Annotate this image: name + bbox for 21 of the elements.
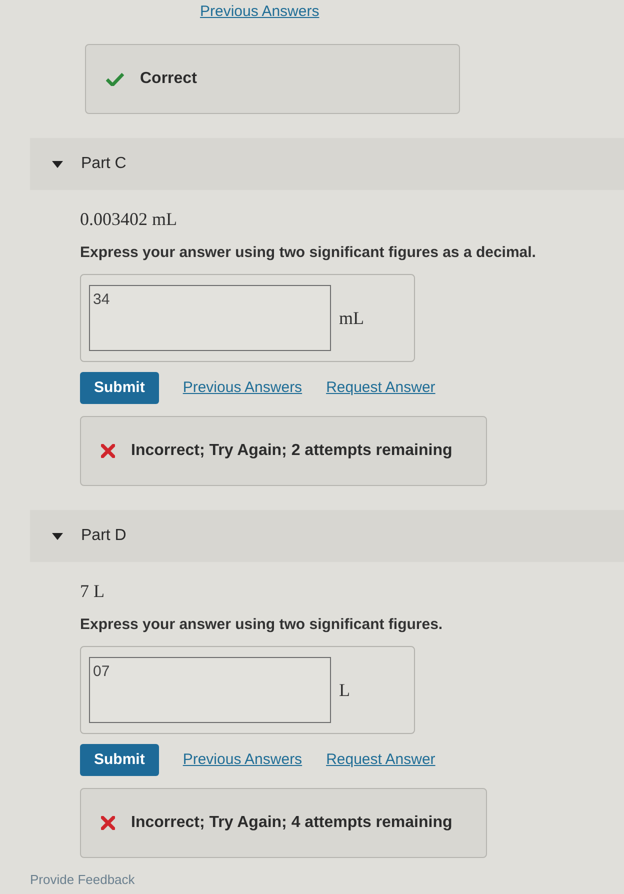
feedback-message: Incorrect; Try Again; 4 attempts remaining	[131, 813, 452, 833]
feedback-link[interactable]: Provide Feedback	[30, 870, 135, 890]
previous-answers-link[interactable]: Previous Answers	[182, 752, 302, 768]
previous-answers-link[interactable]: Previous Answers	[182, 380, 302, 396]
request-answer-link[interactable]: Request Answer	[326, 752, 436, 768]
instruction-text: Express your answer using two significant figures.	[80, 615, 444, 635]
given-value: 0.003402 mL	[80, 208, 178, 230]
previous-answers-link[interactable]: Previous Answers	[200, 3, 320, 20]
submit-button[interactable]: Submit	[80, 372, 159, 404]
feedback-message: Incorrect; Try Again; 2 attempts remaining	[131, 441, 452, 461]
unit-label: L	[339, 678, 350, 702]
submit-button[interactable]: Submit	[80, 744, 159, 776]
feedback-message: Correct	[140, 69, 197, 89]
instruction-text: Express your answer using two significant figures as a decimal.	[80, 243, 537, 263]
part-header[interactable]: Part D	[30, 510, 624, 562]
request-answer-link[interactable]: Request Answer	[326, 380, 436, 396]
answer-field[interactable]: 34	[89, 285, 331, 351]
part-header[interactable]: Part C	[30, 138, 624, 190]
given-value: 7 L	[80, 580, 106, 602]
unit-label: mL	[339, 306, 364, 330]
answer-field[interactable]: 07	[89, 657, 331, 723]
